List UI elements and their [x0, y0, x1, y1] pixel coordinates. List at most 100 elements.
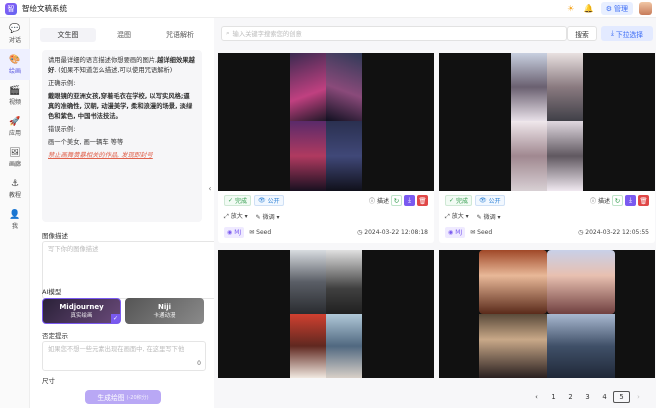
next-page-chevron-icon[interactable]: › — [630, 391, 647, 403]
download-icon[interactable]: ⤓ — [625, 195, 636, 206]
negative-prompt-input[interactable]: 如果您不想一些元素出现在画面中, 在这里写下他 0 — [42, 341, 206, 371]
seed-text: Seed — [477, 229, 493, 236]
artwork-image[interactable] — [218, 250, 434, 378]
admin-button[interactable]: ⚙ 管理 — [600, 2, 633, 15]
artwork-image[interactable] — [439, 53, 655, 191]
info-icon: ⓘ — [368, 198, 375, 205]
tip-intro: 请用最详细的语言描述你想要画的图片,越详细效果越好. (如果不知道怎么描述,可以… — [48, 56, 196, 76]
artwork-tile — [479, 314, 547, 378]
artwork-tile — [290, 121, 326, 191]
pull-select-button[interactable]: ⤓ 下拉选择 — [601, 26, 653, 41]
size-label: 尺寸 — [42, 377, 55, 385]
page-1[interactable]: 1 — [545, 391, 562, 403]
model-option-niji[interactable]: Niji 卡通动漫 — [125, 298, 204, 324]
pagination: ‹ 1 2 3 4 5 › — [528, 391, 647, 403]
artwork-card: ✓ 完成 👁 公开 ⓘ 描述 ↻ ⤓ 🗑 ⤢ 放大 ▾ ✎ 微调 ▾ ◉ MJ ✉ Se… — [439, 53, 655, 243]
avatar[interactable] — [639, 2, 652, 15]
page-4[interactable]: 4 — [596, 391, 613, 403]
left-nav: 💬 对话 🎨 绘画 🎬 视频 🚀 应用 🖼 画廊 ⚓ 教程 👤 我 — [0, 18, 30, 408]
wrong-example-label: 错误示例: — [48, 126, 76, 133]
nav-item-video[interactable]: 🎬 视频 — [0, 80, 30, 111]
tune-dropdown[interactable]: ✎ 微调 ▾ — [256, 212, 280, 221]
artwork-tile — [547, 53, 583, 121]
nav-item-paint[interactable]: 🎨 绘画 — [0, 49, 30, 80]
public-toggle[interactable]: 👁 公开 — [254, 195, 284, 206]
search-icon: ⌕ — [226, 29, 230, 37]
delete-icon[interactable]: 🗑 — [638, 195, 649, 206]
timestamp: ◷ 2024-03-22 12:05:55 — [578, 229, 649, 236]
image-description-input[interactable]: 写下你的图像描述 0 — [42, 241, 236, 299]
download-icon[interactable]: ⤓ — [404, 195, 415, 206]
nav-label: 视频 — [8, 98, 21, 106]
describe-text: 描述 — [597, 198, 610, 205]
nav-label: 画廊 — [8, 160, 21, 168]
nav-item-chat[interactable]: 💬 对话 — [0, 18, 30, 49]
eye-icon: 👁 — [258, 197, 266, 204]
generate-button[interactable]: 生成绘图 (-20积分) — [85, 390, 161, 404]
timestamp: ◷ 2024-03-22 12:08:18 — [357, 229, 428, 236]
artwork-tile — [290, 314, 326, 378]
chat-icon: 💬 — [9, 23, 21, 34]
nav-label: 绘画 — [8, 67, 21, 75]
page-2[interactable]: 2 — [562, 391, 579, 403]
card-actions-row: ⤢ 放大 ▾ ✎ 微调 ▾ — [439, 211, 655, 221]
nav-item-apps[interactable]: 🚀 应用 — [0, 111, 30, 142]
sun-icon[interactable]: ☀ — [565, 3, 577, 15]
delete-icon[interactable]: 🗑 — [417, 195, 428, 206]
seed-button[interactable]: ✉ Seed — [249, 229, 271, 236]
artwork-tile — [290, 250, 326, 314]
user-icon: 👤 — [9, 209, 21, 220]
seed-text: Seed — [256, 229, 272, 236]
app-title: 智绘文稿系统 — [22, 4, 67, 13]
anchor-icon: ⚓ — [10, 178, 20, 189]
prev-page-chevron-icon[interactable]: ‹ — [528, 391, 545, 403]
collapse-panel-chevron-icon[interactable]: ‹ — [206, 182, 214, 194]
nav-label: 我 — [11, 222, 18, 230]
artwork-tile — [326, 314, 362, 378]
upscale-dropdown[interactable]: ⤢ 放大 ▾ — [445, 211, 469, 221]
card-meta-row: ◉ MJ ✉ Seed ◷ 2024-03-22 12:05:55 — [439, 227, 655, 238]
seed-button[interactable]: ✉ Seed — [470, 229, 492, 236]
describe-button[interactable]: ⓘ 描述 — [590, 196, 610, 205]
model-tag: ◉ MJ — [224, 227, 245, 238]
nav-label: 对话 — [8, 36, 21, 44]
app-logo-icon: 智 — [5, 2, 17, 15]
search-placeholder: 输入关键字搜索您的创意 — [232, 31, 302, 38]
status-badge: ✓ 完成 — [224, 195, 252, 206]
page-3[interactable]: 3 — [579, 391, 596, 403]
artwork-tile — [547, 121, 583, 191]
search-input[interactable]: ⌕ 输入关键字搜索您的创意 — [221, 26, 567, 41]
top-right-actions: ☀ 🔔 ⚙ 管理 — [565, 2, 652, 15]
upscale-dropdown[interactable]: ⤢ 放大 ▾ — [224, 211, 248, 221]
tune-dropdown[interactable]: ✎ 微调 ▾ — [477, 212, 501, 221]
artwork-tile — [547, 250, 615, 314]
artwork-card — [439, 250, 655, 378]
generate-cost: (-20积分) — [126, 394, 149, 401]
artwork-tile — [290, 53, 326, 121]
neg-char-count: 0 — [197, 360, 201, 367]
refresh-icon[interactable]: ↻ — [612, 195, 623, 206]
tab-prompt-analysis[interactable]: 咒语解析 — [152, 28, 208, 42]
nav-item-gallery[interactable]: 🖼 画廊 — [0, 142, 30, 173]
search-button[interactable]: 搜索 — [567, 26, 597, 41]
wand-icon: ✎ — [476, 213, 482, 221]
artwork-image[interactable] — [218, 53, 434, 191]
correct-example-label: 正确示例: — [48, 80, 76, 87]
model-option-midjourney[interactable]: Midjourney 真实绘画 ✓ — [42, 298, 121, 324]
describe-text: 描述 — [376, 198, 389, 205]
artwork-image[interactable] — [439, 250, 655, 378]
nav-item-me[interactable]: 👤 我 — [0, 204, 30, 235]
nav-item-tutorial[interactable]: ⚓ 教程 — [0, 173, 30, 204]
refresh-icon[interactable]: ↻ — [391, 195, 402, 206]
expand-icon: ⤢ — [445, 213, 450, 220]
upscale-text: 放大 — [230, 213, 243, 220]
eye-icon: ◉ — [227, 229, 233, 236]
public-toggle[interactable]: 👁 公开 — [475, 195, 505, 206]
model-tag: ◉ MJ — [445, 227, 466, 238]
tune-text: 微调 — [262, 213, 275, 221]
page-5-current[interactable]: 5 — [613, 391, 630, 403]
describe-button[interactable]: ⓘ 描述 — [369, 196, 389, 205]
bell-icon[interactable]: 🔔 — [583, 3, 595, 15]
tab-blend[interactable]: 混图 — [96, 28, 152, 42]
tab-text-to-image[interactable]: 文生图 — [40, 28, 96, 42]
